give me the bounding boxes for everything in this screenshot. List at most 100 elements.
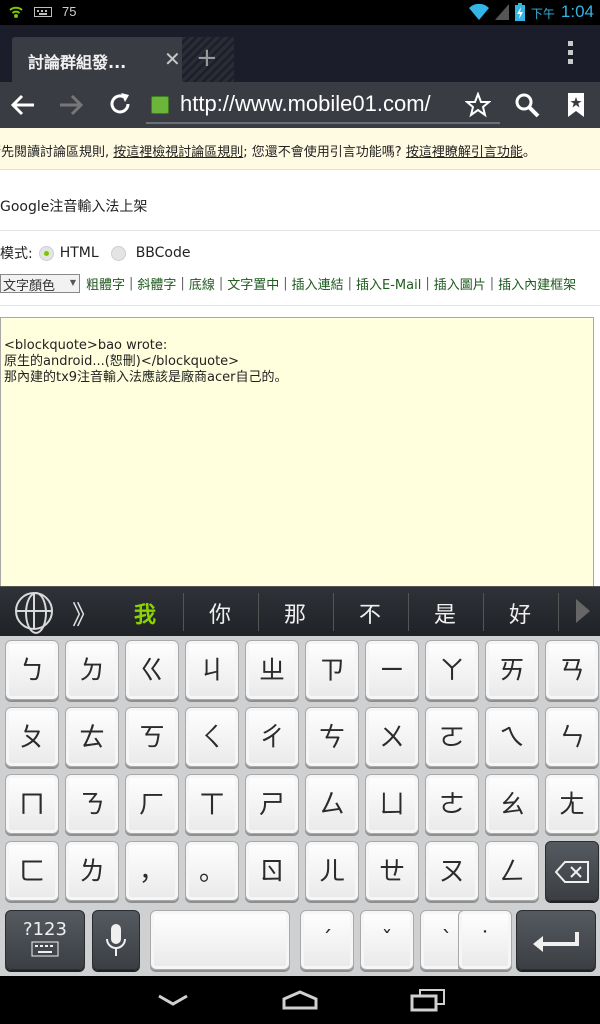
tone-key[interactable]: ˇ [360,910,414,970]
text-color-select-value: 文字顏色 [3,278,56,294]
key-bopomofo[interactable]: ㄒ [185,774,239,834]
italic-button[interactable]: 斜體字 [137,274,176,293]
key-bopomofo[interactable]: ㄌ [65,841,119,901]
recent-apps-icon[interactable] [410,988,446,1012]
new-tab-button[interactable]: + [182,37,234,82]
candidate-word[interactable]: 那 [270,597,320,629]
key-bopomofo[interactable]: ㄜ [425,774,479,834]
browser-tab[interactable]: 討論群組發... ✕ [12,37,200,82]
globe-language-icon[interactable] [15,592,53,634]
bold-button[interactable]: 粗體字 [86,274,125,293]
key-bopomofo[interactable]: ㄝ [365,841,419,901]
url-underline [146,122,500,124]
hide-keyboard-icon[interactable] [157,994,189,1006]
search-icon[interactable] [514,92,540,118]
space-key[interactable] [150,910,290,970]
key-bopomofo[interactable]: ㄗ [305,640,359,700]
topic-title[interactable]: Google注音輸入法上架 [0,196,147,216]
key-bopomofo[interactable]: ㄚ [425,640,479,700]
overflow-menu-icon[interactable] [568,41,574,68]
key-bopomofo[interactable]: ㄨ [365,707,419,767]
enter-icon [533,932,579,952]
time-period: 下午 [530,7,555,21]
reload-icon[interactable] [108,92,132,116]
candidate-word[interactable]: 你 [195,597,245,629]
tone-key[interactable]: ˙ [458,910,512,970]
symbols-key[interactable]: ?123 [5,910,85,970]
key-bopomofo[interactable]: ㄖ [245,841,299,901]
key-bopomofo[interactable]: ㄍ [125,640,179,700]
key-bopomofo[interactable]: ㄈ [5,841,59,901]
candidate-divider [483,593,484,631]
key-bopomofo[interactable]: ㄓ [245,640,299,700]
enter-key[interactable] [516,910,596,970]
key-bopomofo[interactable]: ㄡ [425,841,479,901]
cell-signal-icon [494,4,509,20]
key-bopomofo[interactable]: ㄊ [65,707,119,767]
key-comma[interactable]: ， [125,841,179,901]
notification-count: 75 [62,4,77,19]
candidate-divider [333,593,334,631]
key-bopomofo[interactable]: ㄢ [545,640,599,700]
key-bopomofo[interactable]: ㄋ [65,774,119,834]
key-bopomofo[interactable]: ㄞ [485,640,539,700]
backspace-icon [554,861,589,883]
close-tab-icon[interactable]: ✕ [164,47,181,71]
candidate-word[interactable]: 不 [345,597,395,629]
candidate-word[interactable]: 我 [120,597,170,629]
key-bopomofo[interactable]: ㄐ [185,640,239,700]
key-period[interactable]: 。 [185,841,239,901]
key-bopomofo[interactable]: ㄤ [545,774,599,834]
text-color-select[interactable]: 文字顏色 [0,273,80,294]
quote-help-link[interactable]: 按這裡瞭解引言功能 [406,145,523,160]
key-bopomofo[interactable]: ㄏ [125,774,179,834]
tone-key[interactable]: ˊ [300,910,354,970]
key-bopomofo[interactable]: ㄅ [5,640,59,700]
insert-link-button[interactable]: 插入連結 [292,274,344,293]
insert-iframe-button[interactable]: 插入內建框架 [498,274,576,293]
system-nav-bar [0,976,600,1024]
rules-notice: 請先閱讀討論區規則, 按這裡檢視討論區規則; 您還不會使用引言功能嗎? 按這裡瞭… [0,128,600,170]
key-bopomofo[interactable]: ㄕ [245,774,299,834]
radio-html[interactable] [38,245,54,261]
home-icon[interactable] [280,990,320,1010]
key-bopomofo[interactable]: ㄩ [365,774,419,834]
key-bopomofo[interactable]: ㄣ [545,707,599,767]
candidate-divider [258,593,259,631]
back-icon[interactable] [10,93,36,117]
key-bopomofo[interactable]: ㄧ [365,640,419,700]
candidate-word[interactable]: 是 [420,597,470,629]
expand-candidates-icon[interactable]: 》 [72,595,98,632]
key-bopomofo[interactable]: ㄔ [245,707,299,767]
tab-strip: 討論群組發... ✕ + [0,25,600,82]
key-bopomofo[interactable]: ㄦ [305,841,359,901]
key-bopomofo[interactable]: ㄎ [125,707,179,767]
insert-image-button[interactable]: 插入圖片 [434,274,486,293]
key-bopomofo[interactable]: ㄇ [5,774,59,834]
next-candidates-icon[interactable] [576,599,590,623]
post-editor[interactable]: <blockquote>bao wrote: 原生的android...(恕刪)… [0,317,594,586]
mode-label: 模式: [0,246,33,262]
voice-input-key[interactable] [92,910,140,970]
backspace-key[interactable] [545,841,599,901]
radio-bbcode[interactable] [110,245,126,261]
key-bopomofo[interactable]: ㄉ [65,640,119,700]
insert-email-button[interactable]: 插入E-Mail [356,274,421,293]
bookmark-star-icon[interactable] [465,92,491,118]
candidate-word[interactable]: 好 [495,597,545,629]
rules-link[interactable]: 按這裡檢視討論區規則 [113,145,243,160]
url-field[interactable]: http://www.mobile01.com/ [180,91,431,117]
underline-button[interactable]: 底線 [189,274,215,293]
forward-icon[interactable] [58,93,84,117]
key-bopomofo[interactable]: ㄥ [485,841,539,901]
key-bopomofo[interactable]: ㄑ [185,707,239,767]
key-bopomofo[interactable]: ㄠ [485,774,539,834]
candidate-bar: 》 我 你 那 不 是 好 [0,586,600,636]
key-bopomofo[interactable]: ㄟ [485,707,539,767]
key-bopomofo[interactable]: ㄛ [425,707,479,767]
key-bopomofo[interactable]: ㄆ [5,707,59,767]
center-text-button[interactable]: 文字置中 [227,274,279,293]
key-bopomofo[interactable]: ㄘ [305,707,359,767]
bookmarks-icon[interactable] [566,92,586,118]
key-bopomofo[interactable]: ㄙ [305,774,359,834]
